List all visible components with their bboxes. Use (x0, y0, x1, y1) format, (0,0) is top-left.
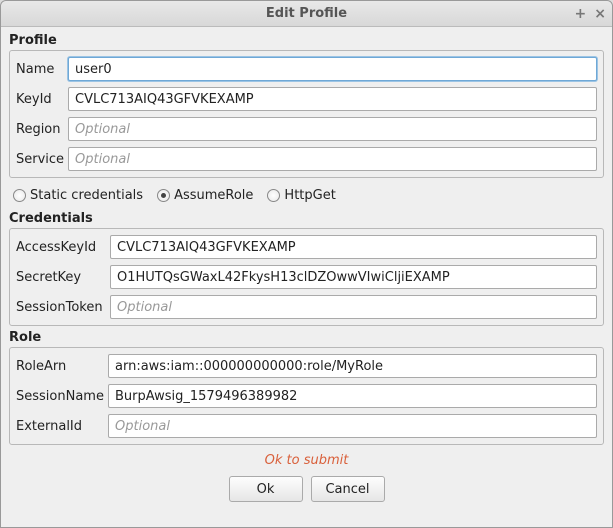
session-token-input[interactable] (110, 295, 597, 319)
radio-assume-role[interactable]: AssumeRole (157, 188, 253, 203)
service-label: Service (16, 152, 64, 167)
service-input[interactable] (68, 147, 597, 171)
credentials-section: AccessKeyId SecretKey SessionToken (9, 228, 604, 326)
radio-icon (157, 189, 170, 202)
radio-label: AssumeRole (174, 188, 253, 203)
close-icon[interactable]: × (594, 6, 606, 22)
name-input[interactable] (68, 57, 597, 81)
secret-key-label: SecretKey (16, 270, 106, 285)
access-key-id-label: AccessKeyId (16, 240, 106, 255)
cancel-button[interactable]: Cancel (311, 476, 385, 502)
edit-profile-dialog: Edit Profile + × Profile Name KeyId Regi… (0, 0, 613, 528)
access-key-id-input[interactable] (110, 235, 597, 259)
credential-mode-radios: Static credentials AssumeRole HttpGet (9, 180, 604, 207)
role-arn-label: RoleArn (16, 359, 104, 374)
window-title: Edit Profile (266, 6, 347, 21)
role-arn-input[interactable] (108, 354, 597, 378)
role-section: RoleArn SessionName ExternalId (9, 347, 604, 445)
status-message: Ok to submit (9, 447, 604, 470)
credentials-header: Credentials (9, 209, 604, 226)
dialog-buttons: Ok Cancel (9, 472, 604, 504)
plus-icon[interactable]: + (575, 6, 587, 22)
session-token-label: SessionToken (16, 300, 106, 315)
radio-icon (13, 189, 26, 202)
titlebar: Edit Profile + × (1, 1, 612, 27)
secret-key-input[interactable] (110, 265, 597, 289)
radio-label: HttpGet (284, 188, 335, 203)
external-id-label: ExternalId (16, 419, 104, 434)
session-name-input[interactable] (108, 384, 597, 408)
radio-icon (267, 189, 280, 202)
role-header: Role (9, 328, 604, 345)
profile-section: Name KeyId Region Service (9, 50, 604, 178)
keyid-label: KeyId (16, 92, 64, 107)
keyid-input[interactable] (68, 87, 597, 111)
radio-static-credentials[interactable]: Static credentials (13, 188, 143, 203)
name-label: Name (16, 62, 64, 77)
session-name-label: SessionName (16, 389, 104, 404)
radio-http-get[interactable]: HttpGet (267, 188, 335, 203)
radio-label: Static credentials (30, 188, 143, 203)
external-id-input[interactable] (108, 414, 597, 438)
profile-header: Profile (9, 31, 604, 48)
ok-button[interactable]: Ok (229, 476, 303, 502)
region-input[interactable] (68, 117, 597, 141)
region-label: Region (16, 122, 64, 137)
